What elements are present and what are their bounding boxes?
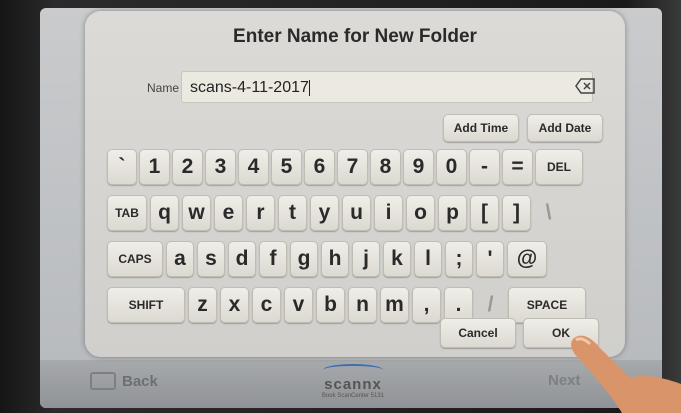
key-m[interactable]: m — [380, 287, 409, 323]
key-quote[interactable]: ' — [476, 241, 504, 277]
key-t[interactable]: t — [278, 195, 307, 231]
key-at[interactable]: @ — [507, 241, 547, 277]
key-2[interactable]: 2 — [172, 149, 203, 185]
key-8[interactable]: 8 — [370, 149, 401, 185]
key-s[interactable]: s — [197, 241, 225, 277]
key-e[interactable]: e — [214, 195, 243, 231]
folder-name-input[interactable]: scans-4-11-2017 — [181, 71, 593, 103]
key-j[interactable]: j — [352, 241, 380, 277]
key-5[interactable]: 5 — [271, 149, 302, 185]
key-y[interactable]: y — [310, 195, 339, 231]
pointing-finger-icon — [571, 335, 681, 413]
key-comma[interactable]: , — [412, 287, 441, 323]
key-1[interactable]: 1 — [139, 149, 170, 185]
dialog-title: Enter Name for New Folder — [233, 26, 477, 47]
key-b[interactable]: b — [316, 287, 345, 323]
key-l[interactable]: l — [414, 241, 442, 277]
key-rbracket[interactable]: ] — [502, 195, 531, 231]
key-a[interactable]: a — [166, 241, 194, 277]
key-f[interactable]: f — [259, 241, 287, 277]
key-u[interactable]: u — [342, 195, 371, 231]
key-lbracket[interactable]: [ — [470, 195, 499, 231]
key-6[interactable]: 6 — [304, 149, 335, 185]
key-backtick[interactable]: ` — [107, 149, 137, 185]
touch-screen: Back scannx Book ScanCenter 5131 Next En… — [40, 8, 662, 408]
key-p[interactable]: p — [438, 195, 467, 231]
key-v[interactable]: v — [284, 287, 313, 323]
key-equals[interactable]: = — [502, 149, 533, 185]
text-caret — [308, 79, 310, 96]
key-9[interactable]: 9 — [403, 149, 434, 185]
key-7[interactable]: 7 — [337, 149, 368, 185]
key-g[interactable]: g — [290, 241, 318, 277]
key-3[interactable]: 3 — [205, 149, 236, 185]
key-c[interactable]: c — [252, 287, 281, 323]
key-h[interactable]: h — [321, 241, 349, 277]
key-o[interactable]: o — [406, 195, 435, 231]
key-q[interactable]: q — [150, 195, 179, 231]
add-time-button[interactable]: Add Time — [443, 114, 519, 142]
logo-model: Book ScanCenter 5131 — [321, 393, 385, 399]
key-backslash[interactable]: \ — [534, 195, 563, 231]
scannx-logo: scannx Book ScanCenter 5131 — [308, 364, 398, 399]
key-d[interactable]: d — [228, 241, 256, 277]
folder-name-value: scans-4-11-2017 — [190, 79, 309, 96]
key-z[interactable]: z — [188, 287, 217, 323]
key-caps[interactable]: CAPS — [107, 241, 163, 277]
key-0[interactable]: 0 — [436, 149, 467, 185]
key-w[interactable]: w — [182, 195, 211, 231]
key-minus[interactable]: - — [469, 149, 500, 185]
key-i[interactable]: i — [374, 195, 403, 231]
new-folder-dialog: Enter Name for New Folder Name scans-4-1… — [85, 11, 625, 357]
back-arrow-icon — [90, 372, 116, 390]
logo-brand: scannx — [324, 376, 382, 393]
key-tab[interactable]: TAB — [107, 195, 147, 231]
back-button[interactable]: Back — [90, 372, 158, 390]
key-4[interactable]: 4 — [238, 149, 269, 185]
key-del[interactable]: DEL — [535, 149, 583, 185]
back-label: Back — [122, 372, 158, 390]
name-label: Name — [147, 81, 180, 95]
key-x[interactable]: x — [220, 287, 249, 323]
key-shift[interactable]: SHIFT — [107, 287, 185, 323]
key-r[interactable]: r — [246, 195, 275, 231]
cancel-button[interactable]: Cancel — [440, 318, 516, 348]
key-n[interactable]: n — [348, 287, 377, 323]
add-date-button[interactable]: Add Date — [527, 114, 603, 142]
logo-arc-icon — [323, 364, 383, 376]
backspace-clear-icon[interactable] — [575, 78, 595, 94]
key-k[interactable]: k — [383, 241, 411, 277]
key-semicolon[interactable]: ; — [445, 241, 473, 277]
